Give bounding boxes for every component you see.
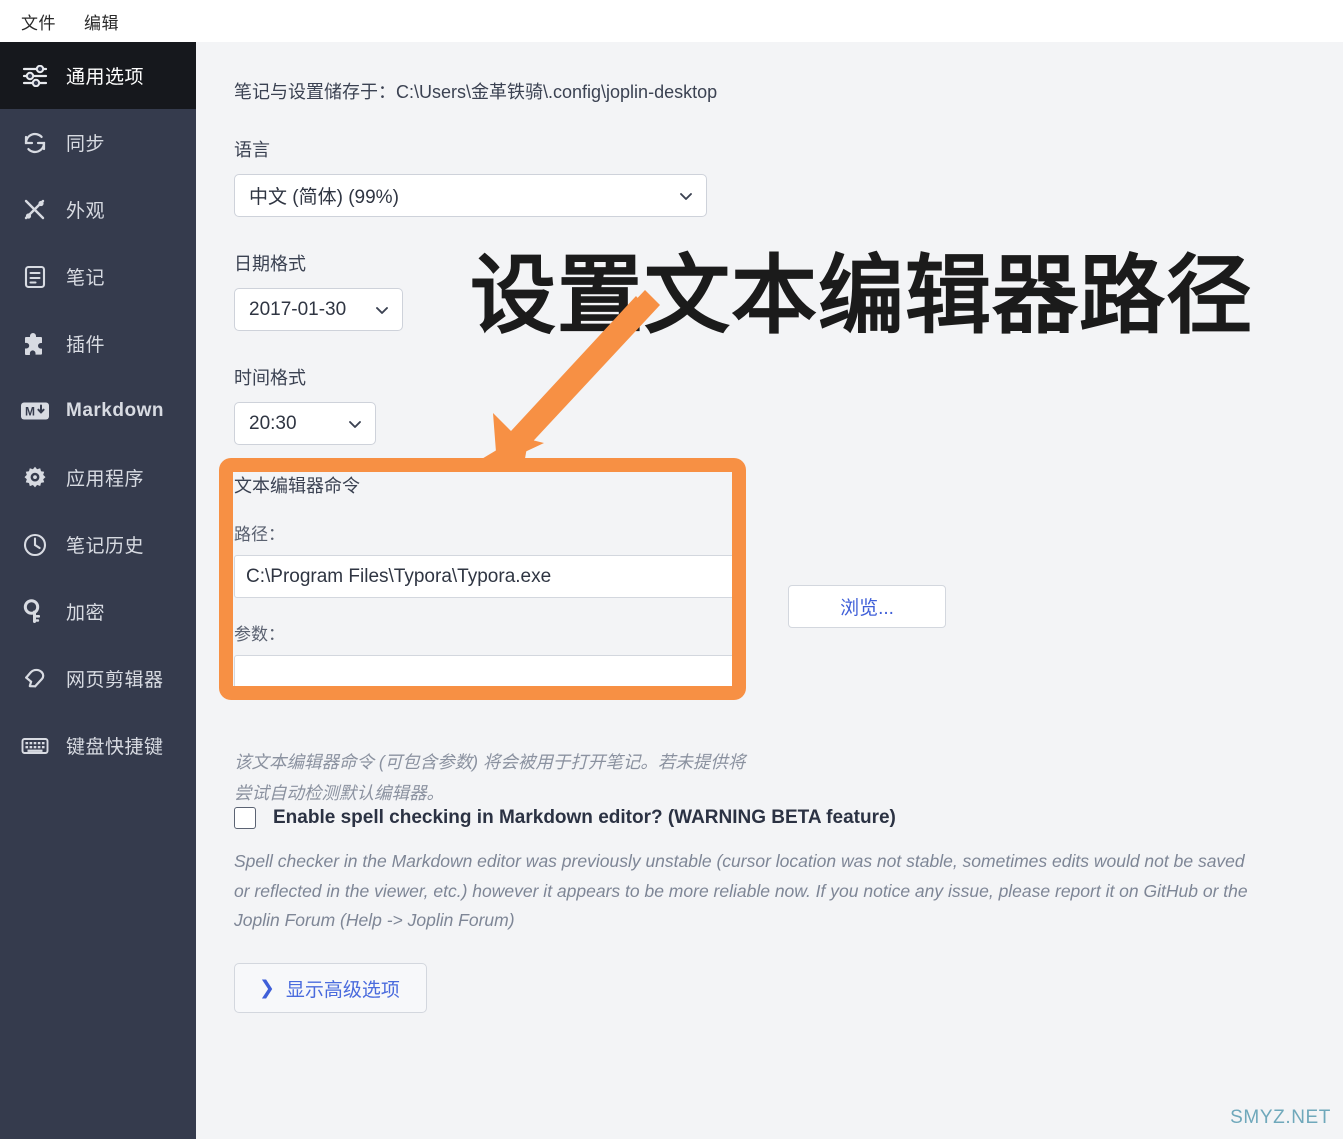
keyboard-icon — [20, 732, 50, 760]
show-advanced-options-button[interactable]: ❯ 显示高级选项 — [234, 963, 427, 1013]
sidebar-item-markdown[interactable]: M Markdown — [0, 377, 196, 444]
menu-edit[interactable]: 编辑 — [75, 6, 128, 37]
sidebar-label-general: 通用选项 — [66, 67, 145, 88]
sidebar-label-web-clipper: 网页剪辑器 — [66, 670, 164, 691]
chevron-right-icon: ❯ — [259, 977, 275, 999]
editor-path-label: 路径： — [234, 525, 285, 544]
sidebar-label-sync: 同步 — [66, 134, 106, 155]
plugin-icon — [20, 330, 50, 358]
sidebar-item-note-history[interactable]: 笔记历史 — [0, 511, 196, 578]
language-label: 语言 — [234, 140, 270, 160]
language-setting: 语言 中文 (简体) (99%) — [234, 136, 707, 217]
time-format-value: 20:30 — [249, 412, 297, 434]
watermark: SMYZ.NET — [1230, 1107, 1331, 1128]
sidebar-label-encryption: 加密 — [66, 603, 106, 624]
settings-sidebar: 通用选项 同步 外观 笔记 插件 M Markdown 应用程序 笔记历史 加密… — [0, 42, 196, 1139]
menu-file[interactable]: 文件 — [12, 6, 65, 37]
date-format-value: 2017-01-30 — [249, 298, 347, 320]
sync-icon — [20, 129, 50, 157]
sidebar-label-appearance: 外观 — [66, 201, 106, 222]
sidebar-label-keyboard-shortcuts: 键盘快捷键 — [66, 737, 164, 758]
date-format-setting: 日期格式 2017-01-30 — [234, 250, 403, 331]
sidebar-label-application: 应用程序 — [66, 469, 145, 490]
date-format-select[interactable]: 2017-01-30 — [234, 288, 403, 331]
editor-args-row — [234, 655, 744, 698]
sidebar-item-appearance[interactable]: 外观 — [0, 176, 196, 243]
chevron-down-icon — [374, 302, 390, 318]
spellcheck-label: Enable spell checking in Markdown editor… — [273, 807, 896, 828]
chevron-down-icon — [347, 416, 363, 432]
sidebar-label-note: 笔记 — [66, 268, 106, 289]
sliders-icon — [20, 62, 50, 90]
spellcheck-checkbox[interactable] — [234, 807, 256, 829]
appearance-icon — [20, 196, 50, 224]
gear-icon — [20, 464, 50, 492]
clock-icon — [20, 531, 50, 559]
time-format-select[interactable]: 20:30 — [234, 402, 376, 445]
sidebar-item-application[interactable]: 应用程序 — [0, 444, 196, 511]
sidebar-item-keyboard-shortcuts[interactable]: 键盘快捷键 — [0, 712, 196, 779]
editor-args-input[interactable] — [234, 655, 736, 698]
language-value: 中文 (简体) (99%) — [249, 187, 399, 208]
time-format-setting: 时间格式 20:30 — [234, 364, 376, 445]
markdown-icon: M — [20, 397, 50, 425]
sidebar-item-general[interactable]: 通用选项 — [0, 42, 196, 109]
text-editor-command-setting: 文本编辑器命令 路径： C:\Program Files\Typora\Typo… — [234, 472, 946, 698]
web-clipper-icon — [20, 665, 50, 693]
sidebar-item-sync[interactable]: 同步 — [0, 109, 196, 176]
editor-path-row: C:\Program Files\Typora\Typora.exe — [234, 555, 744, 598]
editor-command-description: 该文本编辑器命令 (可包含参数) 将会被用于打开笔记。若未提供将尝试自动检测默认… — [234, 752, 746, 803]
language-select[interactable]: 中文 (简体) (99%) — [234, 174, 707, 217]
note-icon — [20, 263, 50, 291]
editor-path-input[interactable]: C:\Program Files\Typora\Typora.exe — [234, 555, 736, 598]
date-format-label: 日期格式 — [234, 254, 306, 274]
storage-path-text: 笔记与设置储存于：C:\Users\金革铁骑\.config\joplin-de… — [234, 82, 718, 102]
sidebar-item-web-clipper[interactable]: 网页剪辑器 — [0, 645, 196, 712]
browse-button[interactable]: 浏览... — [788, 585, 946, 628]
chevron-down-icon — [678, 188, 694, 204]
editor-args-label: 参数： — [234, 625, 285, 644]
sidebar-item-encryption[interactable]: 加密 — [0, 578, 196, 645]
time-format-label: 时间格式 — [234, 368, 306, 388]
key-icon — [20, 598, 50, 626]
spellcheck-row[interactable]: Enable spell checking in Markdown editor… — [234, 807, 896, 829]
svg-text:M: M — [25, 404, 35, 418]
sidebar-item-plugins[interactable]: 插件 — [0, 310, 196, 377]
menu-bar: 文件 编辑 — [0, 0, 1343, 42]
spellcheck-description: Spell checker in the Markdown editor was… — [234, 851, 1248, 930]
show-advanced-options-label: 显示高级选项 — [285, 979, 400, 1001]
sidebar-label-note-history: 笔记历史 — [66, 536, 145, 557]
editor-command-title: 文本编辑器命令 — [234, 476, 360, 496]
sidebar-label-plugins: 插件 — [66, 335, 106, 356]
sidebar-item-note[interactable]: 笔记 — [0, 243, 196, 310]
app-window: 文件 编辑 通用选项 同步 外观 笔记 插件 M Markdown 应用程序 笔… — [0, 0, 1343, 1139]
sidebar-label-markdown: Markdown — [66, 399, 164, 421]
settings-content: 笔记与设置储存于：C:\Users\金革铁骑\.config\joplin-de… — [196, 42, 1343, 1139]
